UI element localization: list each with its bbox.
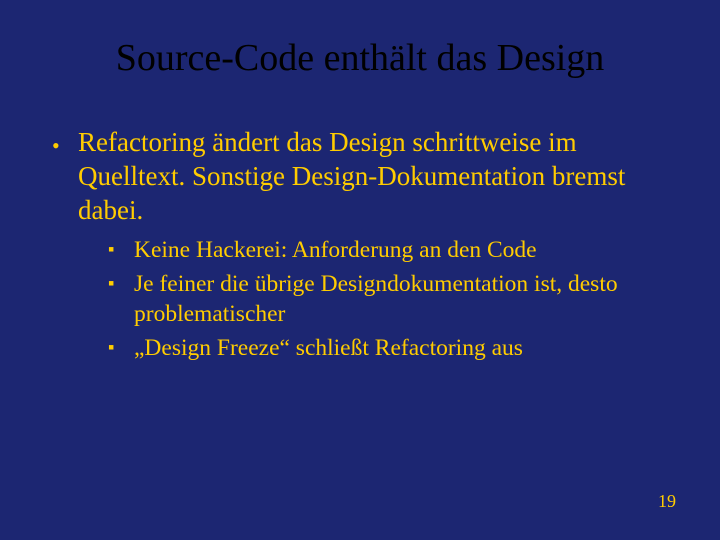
- bullet-text: Refactoring ändert das Design schrittwei…: [78, 127, 625, 225]
- sub-bullet-text: Keine Hackerei: Anforderung an den Code: [134, 237, 537, 263]
- sub-bullet-text: Je feiner die übrige Designdokumentation…: [134, 271, 618, 327]
- list-item: ▪ Je feiner die übrige Designdokumentati…: [108, 269, 676, 329]
- bullet-list-level1: • Refactoring ändert das Design schrittw…: [44, 126, 676, 364]
- bullet-list-level2: ▪ Keine Hackerei: Anforderung an den Cod…: [78, 235, 676, 363]
- square-bullet-icon: ▪: [108, 238, 114, 261]
- page-number: 19: [658, 491, 676, 512]
- sub-bullet-text: „Design Freeze“ schließt Refactoring aus: [134, 335, 523, 361]
- slide-title: Source-Code enthält das Design: [44, 36, 676, 80]
- slide: Source-Code enthält das Design • Refacto…: [0, 0, 720, 540]
- slide-body: • Refactoring ändert das Design schrittw…: [44, 126, 676, 364]
- list-item: ▪ „Design Freeze“ schließt Refactoring a…: [108, 333, 676, 363]
- bullet-dot-icon: •: [52, 132, 60, 160]
- square-bullet-icon: ▪: [108, 272, 114, 295]
- list-item: • Refactoring ändert das Design schrittw…: [50, 126, 676, 364]
- square-bullet-icon: ▪: [108, 336, 114, 359]
- list-item: ▪ Keine Hackerei: Anforderung an den Cod…: [108, 235, 676, 265]
